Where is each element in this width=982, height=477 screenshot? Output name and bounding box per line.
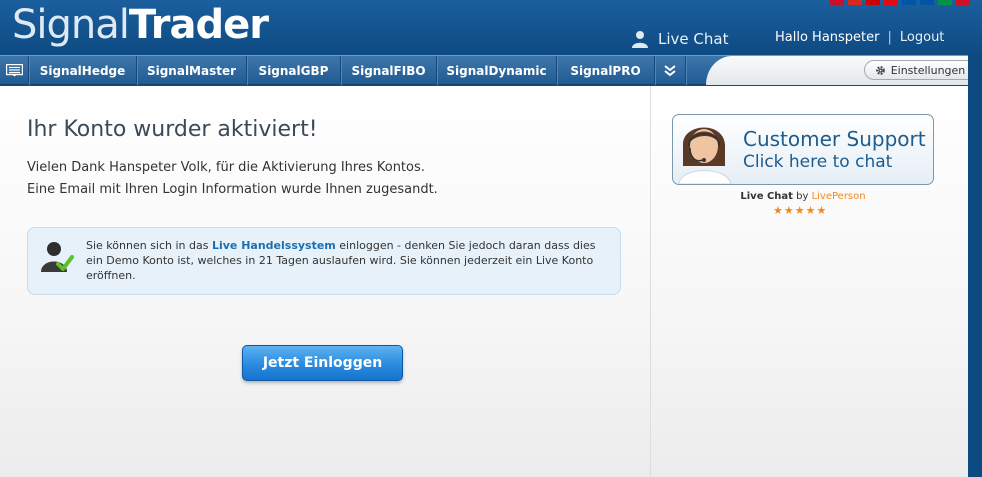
settings-button[interactable]: Einstellungen	[864, 60, 976, 80]
language-flag-6[interactable]	[938, 0, 952, 5]
nav-item-signaldynamic[interactable]: SignalDynamic	[437, 56, 557, 85]
user-icon	[632, 31, 648, 48]
nav-item-signalpro[interactable]: SignalPRO	[557, 56, 655, 85]
notice-text: Sie können sich in das Live Handelssyste…	[86, 238, 606, 283]
star-icon: ★	[783, 204, 794, 217]
customer-support-banner[interactable]: Customer Support Click here to chat	[672, 114, 934, 185]
user-area: Hallo Hanspeter | Logout	[775, 30, 944, 45]
intro-text-2: Eine Email mit Ihren Login Information w…	[27, 182, 438, 197]
support-title: Customer Support	[743, 127, 926, 151]
logout-link[interactable]: Logout	[900, 30, 945, 45]
nav-item-signalmaster[interactable]: SignalMaster	[137, 56, 247, 85]
language-flags	[830, 0, 970, 5]
logo-part-signal: Signal	[12, 2, 130, 48]
login-button[interactable]: Jetzt Einloggen	[242, 345, 403, 381]
language-flag-2[interactable]	[866, 0, 880, 5]
star-icon: ★	[805, 204, 816, 217]
language-flag-4[interactable]	[902, 0, 916, 5]
info-notice: Sie können sich in das Live Handelssyste…	[27, 227, 621, 295]
nav-item-signalgbp[interactable]: SignalGBP	[247, 56, 341, 85]
main-content: Ihr Konto wurder aktiviert! Vielen Dank …	[0, 86, 968, 477]
user-separator: |	[887, 30, 892, 45]
credit-live-chat: Live Chat	[740, 191, 793, 202]
language-flag-7[interactable]	[956, 0, 970, 5]
logo[interactable]: SignalTrader	[12, 2, 269, 48]
support-agent-icon	[678, 127, 732, 184]
star-icon: ★	[773, 204, 783, 217]
nav-item-signalfibo[interactable]: SignalFIBO	[341, 56, 437, 85]
double-chevron-down-icon[interactable]	[655, 56, 686, 85]
nav-right-panel: Einstellungen	[706, 56, 976, 85]
main-nav: SignalHedge SignalMaster SignalGBP Signa…	[0, 55, 976, 85]
live-chat-link[interactable]: Live Chat	[632, 27, 728, 51]
gear-icon	[875, 65, 885, 75]
star-icon: ★	[816, 204, 827, 217]
greeting: Hallo Hanspeter	[775, 30, 880, 45]
language-flag-0[interactable]	[830, 0, 844, 5]
intro-text-1: Vielen Dank Hanspeter Volk, für die Akti…	[27, 160, 425, 175]
language-flag-3[interactable]	[884, 0, 898, 5]
column-divider	[650, 86, 651, 477]
credit-by: by	[792, 191, 812, 202]
live-chat-label: Live Chat	[658, 30, 729, 48]
star-icon: ★	[794, 204, 805, 217]
language-flag-1[interactable]	[848, 0, 862, 5]
nav-item-signalhedge[interactable]: SignalHedge	[29, 56, 137, 85]
page-title: Ihr Konto wurder aktiviert!	[27, 117, 318, 142]
liveperson-link[interactable]: LivePerson	[812, 191, 866, 202]
live-trading-link[interactable]: Live Handelssystem	[212, 239, 336, 252]
notice-text-start: Sie können sich in das	[86, 239, 212, 252]
user-check-icon	[41, 242, 74, 272]
settings-label: Einstellungen	[890, 63, 966, 77]
logo-part-trader: Trader	[128, 2, 269, 48]
header: SignalTrader Live Chat Hallo Hanspeter |…	[0, 0, 982, 55]
support-subtitle: Click here to chat	[743, 152, 893, 172]
menu-icon[interactable]	[0, 56, 29, 85]
language-flag-5[interactable]	[920, 0, 934, 5]
rating-stars: ★ ★ ★ ★ ★	[773, 205, 826, 216]
right-edge	[968, 55, 982, 477]
live-chat-credit: Live Chat by LivePerson	[672, 191, 934, 202]
